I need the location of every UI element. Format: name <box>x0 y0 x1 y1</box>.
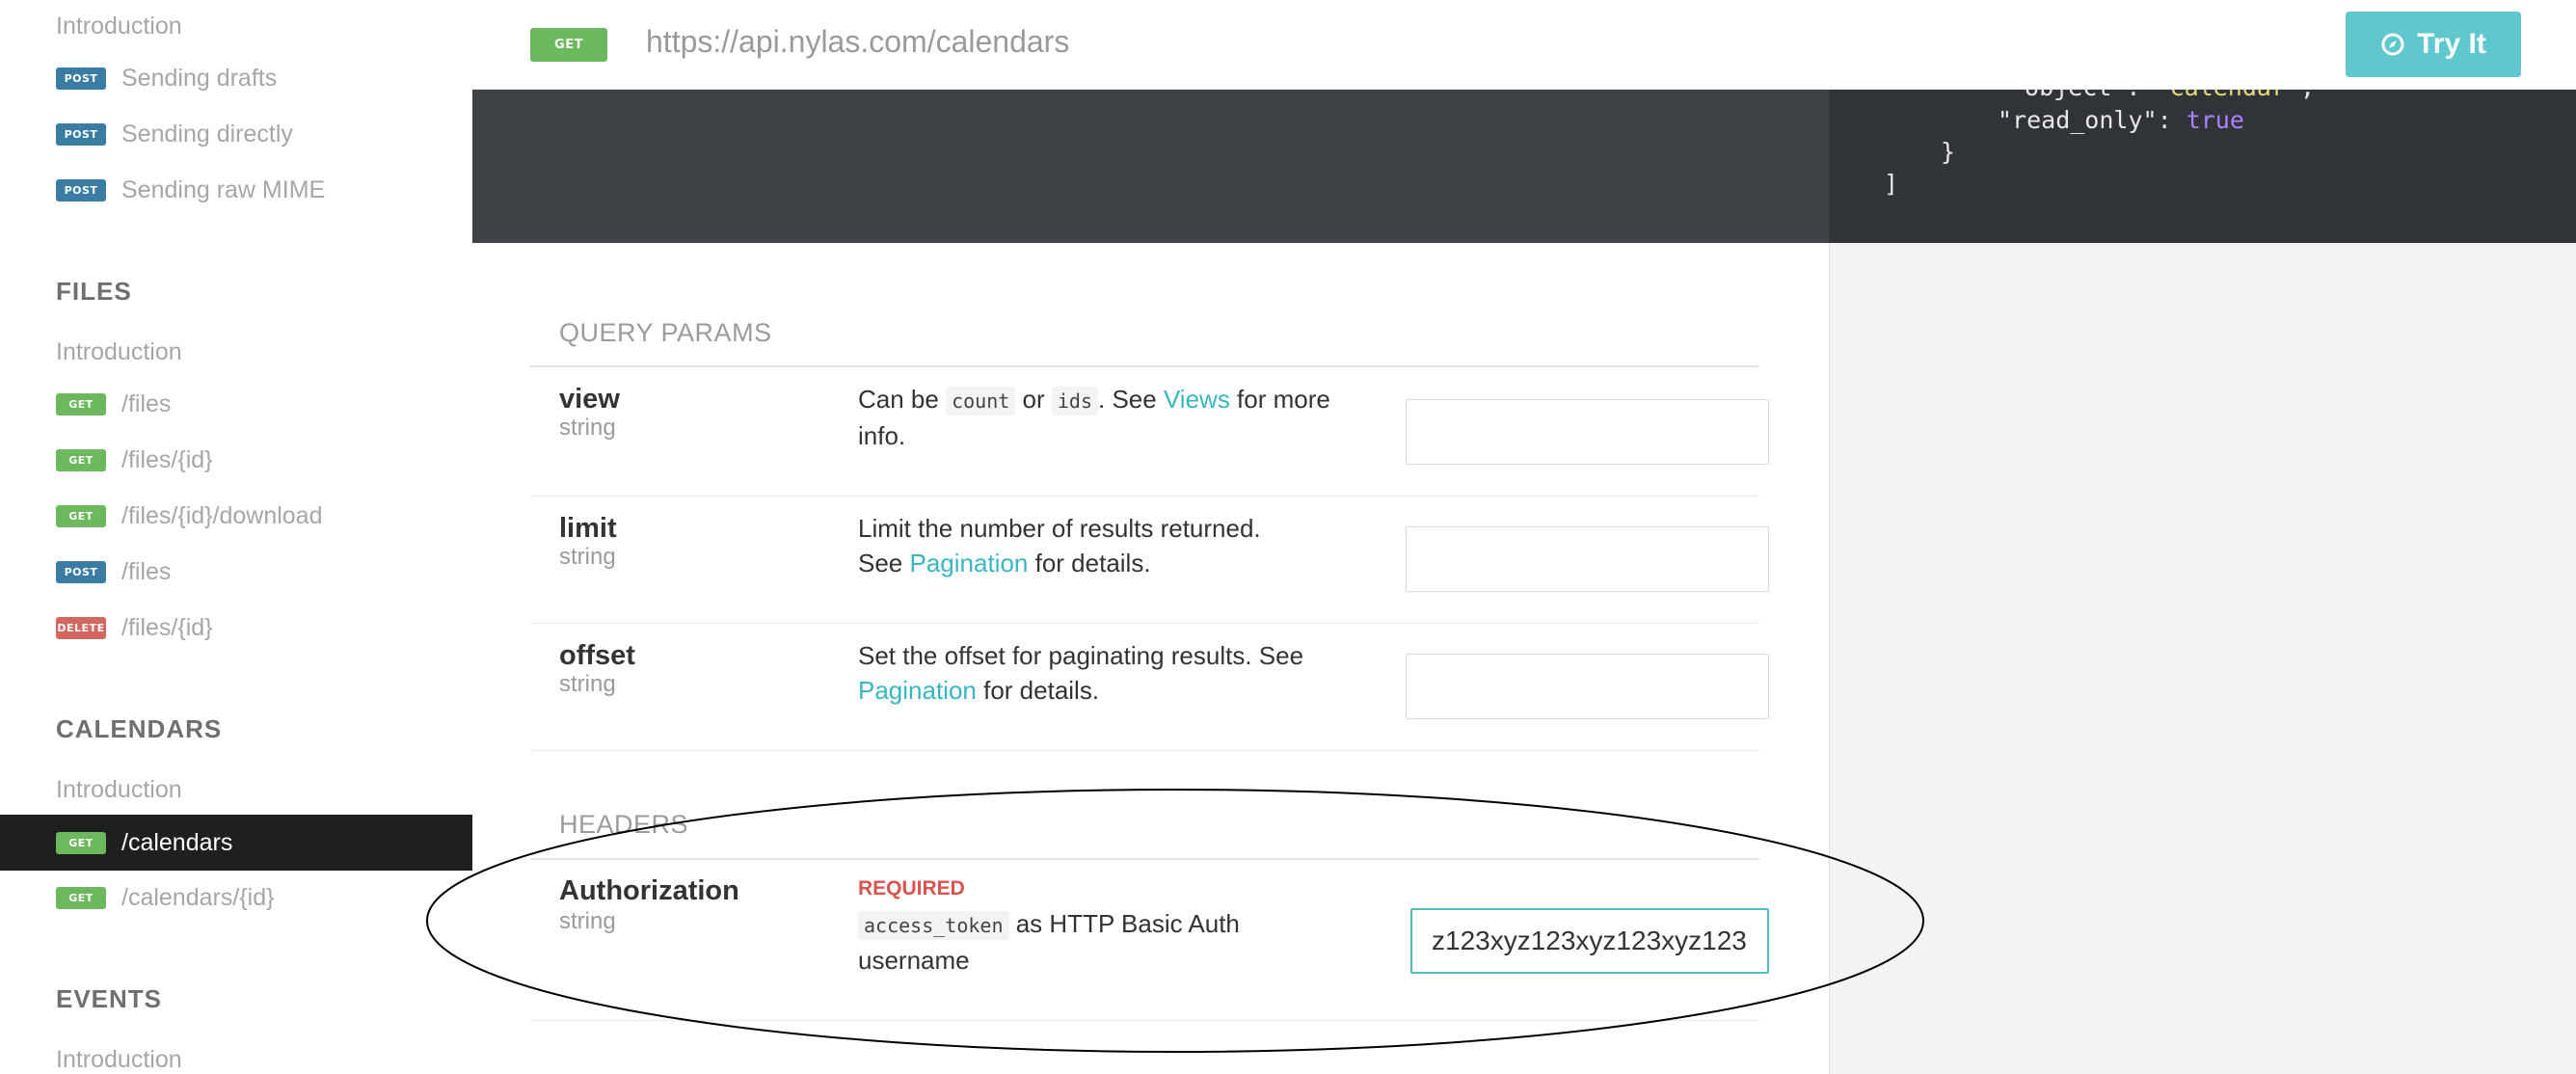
param-description: Set the offset for paginating results. S… <box>858 641 1304 705</box>
inline-code: ids <box>1051 387 1098 416</box>
required-label: REQUIRED <box>858 877 965 899</box>
method-badge: GET <box>56 504 106 527</box>
sidebar-item-sending-directly[interactable]: POST Sending directly <box>0 106 472 162</box>
sidebar-item-label: /calendars <box>121 828 233 856</box>
method-badge: POST <box>56 178 106 201</box>
sidebar-item-label: Introduction <box>56 775 182 803</box>
sidebar-section-calendars: CALENDARS <box>56 714 223 743</box>
param-description: Limit the number of results returned. See… <box>858 514 1261 577</box>
sidebar-item-label: /files/{id} <box>121 445 213 473</box>
row-separator <box>530 496 1759 497</box>
sidebar-item-sending-drafts[interactable]: POST Sending drafts <box>0 50 472 106</box>
param-name: Authorization <box>559 875 739 906</box>
method-badge: GET <box>56 448 106 471</box>
right-column <box>1829 243 2576 1074</box>
method-badge: DELETE <box>56 616 106 639</box>
code-line: } <box>1941 138 1956 166</box>
method-badge: POST <box>56 67 106 90</box>
sidebar-item-label: Sending drafts <box>121 64 278 92</box>
sidebar-item-label: Sending raw MIME <box>121 175 326 203</box>
views-link[interactable]: Views <box>1164 385 1230 414</box>
sidebar-item-label: Introduction <box>56 1045 182 1073</box>
param-type: string <box>559 544 616 570</box>
method-badge: GET <box>56 886 106 909</box>
sidebar-item-get-files[interactable]: GET /files <box>0 376 472 432</box>
code-line: ] <box>1884 170 1899 198</box>
row-separator <box>530 1020 1759 1021</box>
sidebar-item-files-introduction[interactable]: Introduction <box>0 324 472 380</box>
sidebar-item-label: Introduction <box>56 12 182 40</box>
sidebar-item-label: /files/{id} <box>121 613 213 641</box>
method-badge: POST <box>56 560 106 583</box>
method-badge: GET <box>56 392 106 416</box>
sidebar-item-label: /calendars/{id} <box>121 883 275 911</box>
code-line: "object": "calendar", <box>2010 89 2315 101</box>
sidebar-item-label: Introduction <box>56 337 182 365</box>
method-badge: POST <box>56 122 106 146</box>
param-type: string <box>559 908 616 934</box>
method-badge: GET <box>530 28 607 62</box>
sidebar-item-events-introduction[interactable]: Introduction <box>0 1032 472 1074</box>
sidebar-item-post-files[interactable]: POST /files <box>0 544 472 600</box>
sidebar: Introduction POST Sending drafts POST Se… <box>0 0 473 1074</box>
sidebar-item-delete-file[interactable]: DELETE /files/{id} <box>0 600 472 656</box>
sidebar-item-label: /files <box>121 557 172 585</box>
sidebar-item-calendars-introduction[interactable]: Introduction <box>0 762 472 818</box>
param-name: offset <box>559 640 635 671</box>
authorization-input[interactable] <box>1410 908 1769 974</box>
row-separator <box>530 750 1759 751</box>
sidebar-item-get-calendar-by-id[interactable]: GET /calendars/{id} <box>0 870 472 926</box>
sidebar-section-events: EVENTS <box>56 984 163 1013</box>
offset-input[interactable] <box>1406 654 1769 719</box>
headers-title: HEADERS <box>559 810 689 839</box>
method-badge: GET <box>56 831 106 854</box>
try-it-button[interactable]: Try It <box>2346 12 2521 77</box>
pagination-link[interactable]: Pagination <box>858 676 977 705</box>
param-name: limit <box>559 513 617 544</box>
sidebar-item-get-file-by-id[interactable]: GET /files/{id} <box>0 432 472 488</box>
inline-code: access_token <box>858 911 1009 940</box>
param-description: Can be count or ids. See Views for more … <box>858 385 1330 450</box>
inline-code: count <box>946 387 1016 416</box>
param-description: access_token as HTTP Basic Auth username <box>858 909 1240 975</box>
sidebar-item-get-file-download[interactable]: GET /files/{id}/download <box>0 488 472 544</box>
response-code-sample: "object": "calendar", "read_only": true … <box>1829 89 2576 243</box>
endpoint-url: https://api.nylas.com/calendars <box>646 24 1070 59</box>
limit-input[interactable] <box>1406 526 1769 592</box>
divider <box>530 365 1759 367</box>
param-type: string <box>559 671 616 697</box>
divider <box>530 858 1759 860</box>
sidebar-item-sending-raw-mime[interactable]: POST Sending raw MIME <box>0 162 472 218</box>
compass-icon <box>2381 33 2404 56</box>
code-line: "read_only": true <box>1998 106 2244 134</box>
param-type: string <box>559 415 616 441</box>
main-content: QUERY PARAMS view string Can be count or… <box>472 243 1829 1074</box>
sidebar-item-get-calendars[interactable]: GET /calendars <box>0 815 472 871</box>
endpoint-bar: GET https://api.nylas.com/calendars Try … <box>472 0 2576 90</box>
sidebar-section-files: FILES <box>56 277 132 306</box>
row-separator <box>530 623 1759 624</box>
sidebar-item-label: Sending directly <box>121 120 293 148</box>
param-name: view <box>559 384 620 415</box>
sidebar-item-sending-introduction[interactable]: Introduction <box>0 0 472 54</box>
sidebar-item-label: /files <box>121 389 172 417</box>
try-it-label: Try It <box>2417 28 2486 60</box>
view-input[interactable] <box>1406 399 1769 465</box>
sidebar-item-label: /files/{id}/download <box>121 501 323 529</box>
query-params-title: QUERY PARAMS <box>559 318 772 347</box>
pagination-link[interactable]: Pagination <box>910 549 1029 577</box>
